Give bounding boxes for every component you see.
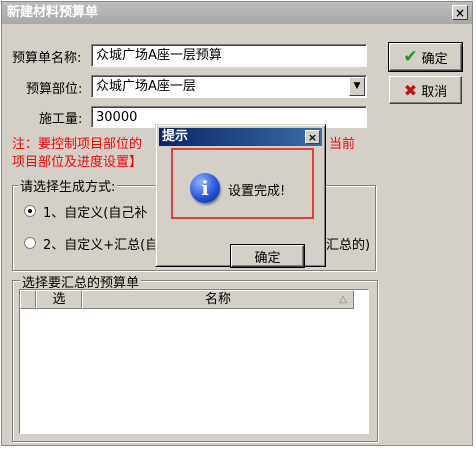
note-line-2: 项目部位及进度设置】 <box>12 155 143 170</box>
message-dialog-title: 提示 <box>162 129 189 144</box>
window-title: 新建材料预算单 <box>7 5 99 20</box>
dialog-ok-button-label: 确定 <box>254 250 281 266</box>
message-dialog-titlebar: 提示 × <box>159 128 322 146</box>
budget-part-label: 预算部位: <box>26 82 83 97</box>
option2-label[interactable]: 2、自定义+汇总(自 <box>43 234 158 253</box>
generation-method-title: 请选择生成方式: <box>18 176 118 195</box>
highlight-box <box>171 148 314 219</box>
summary-table[interactable]: 选 名称 △ <box>19 289 369 434</box>
check-icon: ✔ <box>403 47 418 67</box>
budget-part-combo[interactable]: 众城广场A座一层 ▼ <box>91 75 367 98</box>
column-header-name[interactable]: 名称 △ <box>82 290 354 309</box>
ok-button-label: 确定 <box>421 51 448 67</box>
cancel-button[interactable]: ✖ 取消 <box>389 76 462 104</box>
option1-label[interactable]: 1、自定义(自己补 <box>43 202 147 221</box>
column-header-select[interactable]: 选 <box>36 290 82 309</box>
option2-label-end: 汇总的) <box>326 238 371 253</box>
ok-button[interactable]: ✔ 确定 <box>388 42 463 72</box>
window-close-button[interactable]: × <box>452 5 468 20</box>
budget-part-dropdown-button[interactable]: ▼ <box>349 77 365 96</box>
row-indicator-header <box>20 290 36 309</box>
window-titlebar: 新建材料预算单 × <box>2 2 472 24</box>
sort-triangle-icon: △ <box>339 294 347 305</box>
option1-radio[interactable] <box>24 205 36 217</box>
work-amount-label: 施工量: <box>39 112 83 127</box>
cancel-button-label: 取消 <box>421 84 448 100</box>
column-header-name-label: 名称 <box>204 292 231 307</box>
note-line-1: 注：要控制项目部位的 <box>12 137 143 152</box>
budget-part-value: 众城广场A座一层 <box>96 79 196 94</box>
budget-name-label: 预算单名称: <box>12 51 82 66</box>
option2-radio[interactable] <box>24 237 36 249</box>
message-dialog-close-button[interactable]: × <box>305 130 320 144</box>
dialog-ok-button[interactable]: 确定 <box>230 244 305 268</box>
cross-icon: ✖ <box>403 80 418 100</box>
budget-name-input[interactable]: 众城广场A座一层预算 <box>91 44 367 67</box>
note-line-1-end: 当前 <box>329 137 356 152</box>
